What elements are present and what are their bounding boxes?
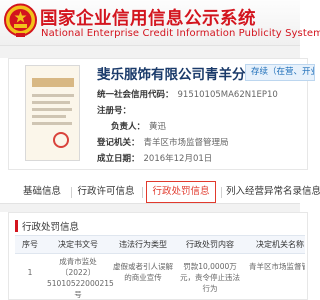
info-row-credit-code: 统一社会信用代码： 91510105MA62N1EP10: [97, 88, 278, 100]
column-header: 决定书文号: [58, 240, 98, 249]
cell-index: 1: [27, 268, 33, 277]
info-value: 青羊区市场监督管理局: [143, 138, 229, 148]
site-subtitle: National Enterprise Credit Information P…: [41, 28, 320, 39]
penalty-section: 行政处罚信息 序号 决定书文号 违法行为类型 行政处罚内容 决定机关名称 1 成…: [8, 212, 308, 300]
info-label: 成立日期：: [97, 154, 140, 164]
table-header: 序号 决定书文号 违法行为类型 行政处罚内容 决定机关名称: [15, 235, 305, 254]
info-label: 注册号：: [97, 106, 132, 116]
license-header: [32, 78, 74, 87]
column-header: 决定机关名称: [256, 240, 304, 249]
info-value: 2016年12月01日: [143, 154, 213, 164]
company-card: 斐乐服饰有限公司青羊分公司 存续（在营、开业、在册） 统一社会信用代码：9151…: [8, 58, 315, 170]
section-marker: [15, 220, 18, 232]
license-line: [32, 122, 72, 125]
column-header: 行政处罚内容: [186, 240, 234, 249]
column-header: 违法行为类型: [119, 240, 167, 249]
info-label: 统一社会信用代码：: [97, 90, 174, 100]
info-row-principal: 负责人： 黄迅: [97, 120, 166, 132]
site-header: 国家企业信用信息公示系统 National Enterprise Credit …: [0, 0, 320, 46]
business-license-thumbnail[interactable]: [25, 65, 80, 161]
section-title: 行政处罚信息: [22, 222, 80, 233]
info-label: 登记机关：: [97, 138, 140, 148]
license-seal: [53, 132, 69, 148]
cell-authority: 青羊区市场监督管理局: [249, 262, 305, 271]
site-title: 国家企业信用信息公示系统: [40, 9, 256, 29]
license-line: [32, 101, 70, 104]
license-line: [32, 108, 72, 111]
tab-abnormal-list[interactable]: 列入经营异常名录信息: [226, 180, 320, 204]
tab-divider: [142, 187, 143, 198]
cell-decision-number[interactable]: 成青市监处〔2022〕51010522000215号: [47, 256, 114, 300]
column-header: 序号: [22, 240, 38, 249]
license-line: [32, 94, 74, 97]
info-row-reg-number: 注册号：: [97, 104, 135, 116]
tab-divider: [71, 187, 72, 198]
tab-admin-penalty[interactable]: 行政处罚信息: [146, 181, 216, 203]
tab-divider: [221, 187, 222, 198]
cell-penalty-content: 罚款10,0000万元，责令停止违法行为: [180, 262, 240, 293]
national-emblem-icon: [4, 3, 37, 37]
cell-violation-type: 虚假或者引人误解的商业宣传: [113, 262, 173, 282]
tab-admin-license[interactable]: 行政许可信息: [73, 180, 139, 204]
tab-bar: 基础信息 行政许可信息 行政处罚信息 列入经营异常名录信息: [0, 180, 320, 204]
tab-basic-info[interactable]: 基础信息: [14, 180, 70, 204]
status-badge: 存续（在营、开业、在册）: [245, 64, 315, 81]
license-line: [32, 115, 66, 118]
section-gap: [0, 204, 300, 212]
info-value: 黄迅: [149, 122, 167, 132]
info-label: 负责人：: [111, 122, 146, 132]
header-gap: [0, 46, 300, 58]
info-row-authority: 登记机关： 青羊区市场监督管理局: [97, 136, 229, 148]
info-row-established: 成立日期： 2016年12月01日: [97, 152, 212, 164]
info-value: 91510105MA62N1EP10: [177, 90, 278, 100]
